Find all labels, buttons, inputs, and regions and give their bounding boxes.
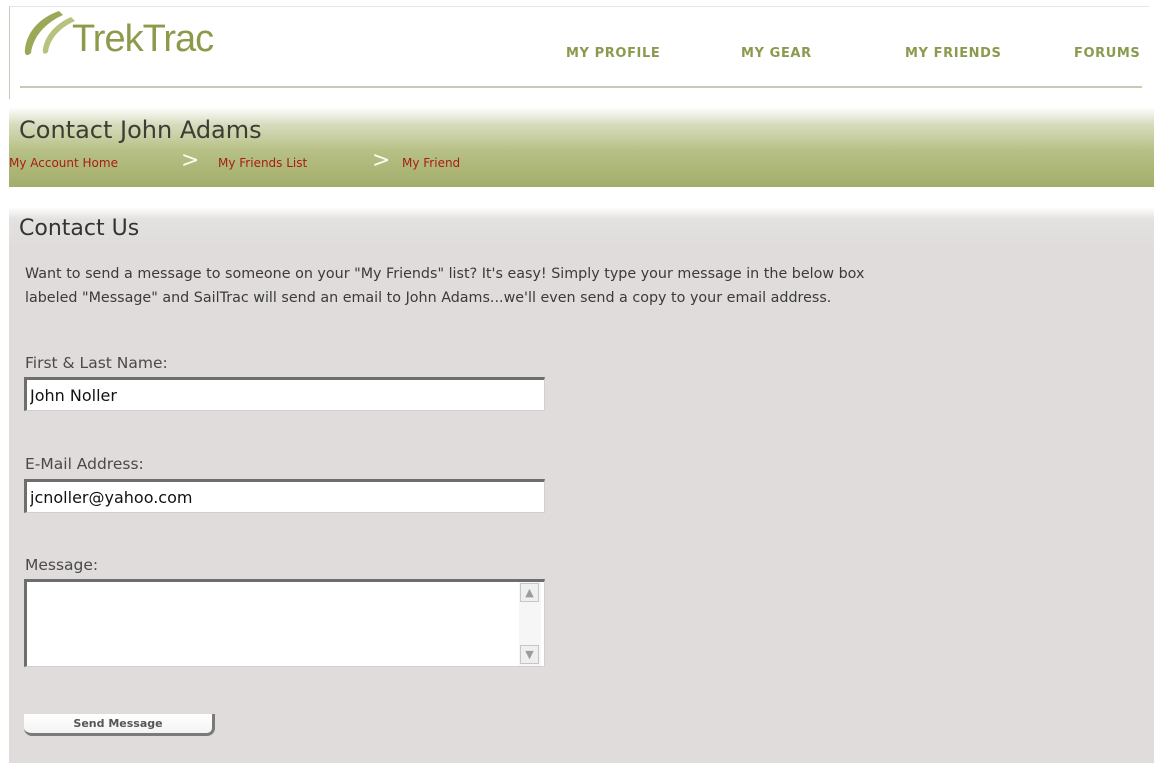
scroll-down-icon[interactable]: ▼ [520,645,539,664]
intro-line: Want to send a message to someone on you… [25,266,865,282]
header-divider [20,86,1142,88]
nav-my-profile[interactable]: MY PROFILE [566,46,660,66]
name-label: First & Last Name: [25,354,168,372]
email-field[interactable] [24,479,545,513]
message-scrollbar[interactable]: ▲ ▼ [519,582,541,666]
breadcrumb-separator: > [181,148,200,173]
nav-forums[interactable]: FORUMS [1074,46,1140,66]
name-field[interactable] [24,377,545,411]
page-banner: Contact John Adams My Account Home > My … [9,107,1154,187]
section-title: Contact Us [19,216,140,241]
intro-text: Want to send a message to someone on you… [25,262,1145,310]
nav-my-gear[interactable]: MY GEAR [741,46,812,66]
page-title: Contact John Adams [19,116,262,144]
nav-my-friends[interactable]: MY FRIENDS [905,46,1002,66]
logo-text: TrekTrac [72,18,214,60]
breadcrumb-separator: > [372,148,391,173]
message-label: Message: [25,556,99,574]
send-message-button[interactable]: Send Message [24,714,215,736]
breadcrumb-my-account-home[interactable]: My Account Home [9,156,118,170]
breadcrumb-my-friend[interactable]: My Friend [402,156,460,170]
intro-line: labeled "Message" and SailTrac will send… [25,290,832,306]
email-label: E-Mail Address: [25,455,144,473]
breadcrumb-my-friends-list[interactable]: My Friends List [218,156,307,170]
scroll-up-icon[interactable]: ▲ [520,583,539,602]
contact-panel: Contact Us Want to send a message to som… [9,207,1154,763]
message-field[interactable] [24,579,545,667]
trektrac-logo[interactable]: TrekTrac [19,7,259,67]
